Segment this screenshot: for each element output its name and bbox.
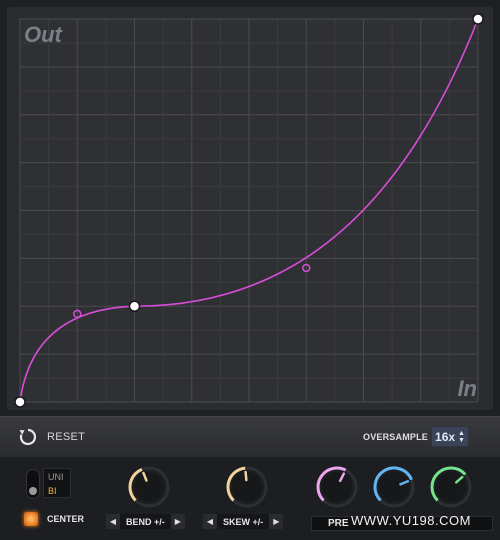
curve-anchor-point[interactable]: [128, 300, 141, 312]
curve-anchor-point[interactable]: [472, 13, 484, 25]
pink-knob[interactable]: [315, 465, 359, 509]
blue-knob[interactable]: [372, 465, 416, 509]
pre-label: PRE: [328, 518, 349, 529]
oversample-select[interactable]: 16x ▲ ▼: [431, 426, 469, 447]
center-label: CENTER: [47, 514, 85, 524]
up-down-arrows-icon: ▲ ▼: [458, 429, 465, 444]
polarity-switch[interactable]: [26, 469, 40, 499]
curve-canvas[interactable]: [7, 7, 493, 410]
skew-left-arrow-icon[interactable]: ◀: [203, 514, 217, 529]
shaper-plugin-window: Out In RESET OVERSAMPLE 16x ▲ ▼ UNI BI CE…: [0, 0, 500, 540]
polarity-bi-option[interactable]: BI: [48, 486, 57, 496]
oversample-label: OVERSAMPLE: [363, 432, 429, 442]
green-knob[interactable]: [429, 465, 473, 509]
knob-body: [134, 472, 164, 502]
curve-anchor-point[interactable]: [14, 396, 26, 408]
bend-knob[interactable]: [127, 465, 171, 509]
knob-pointer: [244, 470, 248, 482]
knob-body: [322, 472, 352, 502]
bend-stepper: ◀ BEND +/- ▶: [106, 514, 185, 529]
polarity-options[interactable]: UNI BI: [43, 468, 71, 498]
reset-button[interactable]: RESET: [18, 426, 85, 448]
skew-label: SKEW +/-: [223, 516, 264, 527]
skew-right-arrow-icon[interactable]: ▶: [269, 514, 284, 529]
oversample-value: 16x: [435, 429, 456, 444]
watermark: WWW.YU198.COM: [351, 513, 471, 528]
reset-label: RESET: [47, 431, 86, 443]
switch-knob: [29, 487, 37, 495]
knob-body: [379, 472, 409, 502]
toolbar: RESET OVERSAMPLE 16x ▲ ▼: [0, 416, 500, 458]
polarity-uni-option[interactable]: UNI: [48, 472, 64, 482]
center-led-icon: [24, 512, 38, 526]
transfer-curve-graph[interactable]: Out In: [7, 7, 493, 410]
bend-right-arrow-icon[interactable]: ▶: [170, 514, 185, 529]
out-axis-label: Out: [24, 22, 62, 47]
skew-knob[interactable]: [225, 465, 269, 509]
reset-icon: [19, 428, 37, 446]
bend-label: BEND +/-: [126, 516, 165, 527]
skew-stepper: ◀ SKEW +/- ▶: [203, 514, 284, 529]
center-toggle[interactable]: CENTER: [24, 512, 84, 526]
in-axis-label: In: [457, 376, 477, 401]
bend-left-arrow-icon[interactable]: ◀: [106, 514, 120, 529]
